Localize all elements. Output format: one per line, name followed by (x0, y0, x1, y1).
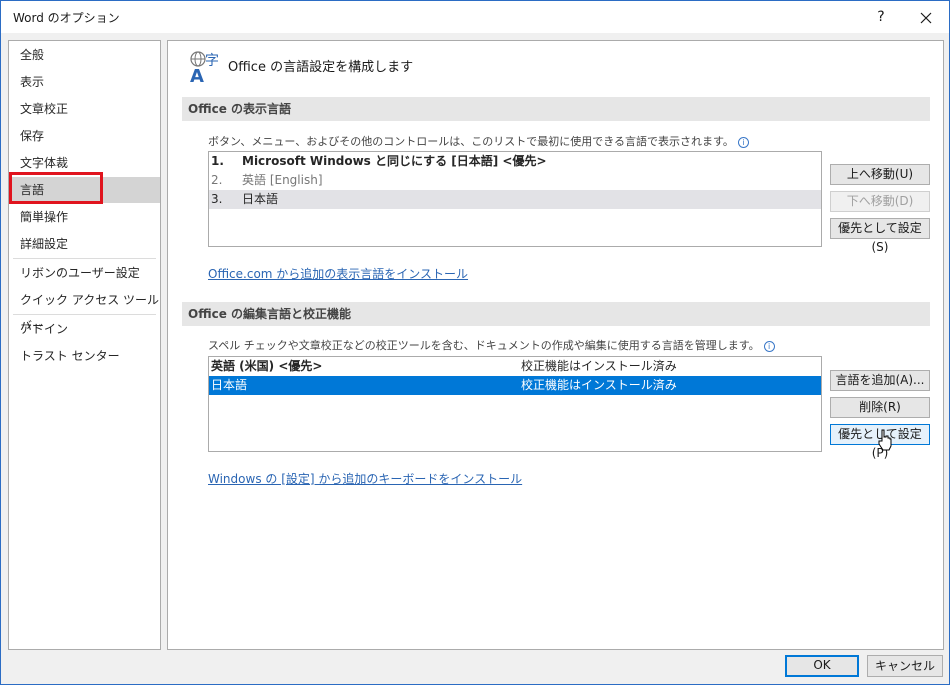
list-item-number: 3. (211, 192, 223, 206)
language-cell: 英語 (米国) <優先> (211, 359, 323, 373)
display-language-list[interactable]: 1. Microsoft Windows と同じにする [日本語] <優先> 2… (208, 151, 822, 247)
language-icon: 字 A (190, 51, 219, 83)
move-up-button[interactable]: 上へ移動(U) (830, 164, 930, 185)
page-title: Office の言語設定を構成します (228, 60, 414, 75)
table-row[interactable]: 日本語 校正機能はインストール済み (209, 376, 821, 395)
list-item-label: 英語 [English] (242, 173, 323, 187)
close-icon (920, 12, 932, 23)
sidebar-item-save[interactable]: 保存 (9, 123, 160, 149)
display-language-description-text: ボタン、メニュー、およびその他のコントロールは、このリストで最初に使用できる言語… (208, 135, 734, 148)
list-item-number: 1. (211, 154, 224, 168)
sidebar-item-accessibility[interactable]: 簡単操作 (9, 204, 160, 230)
info-icon[interactable]: i (763, 340, 775, 352)
list-item-label: Microsoft Windows と同じにする [日本語] <優先> (242, 154, 547, 168)
sidebar-item-quick-access-toolbar[interactable]: クイック アクセス ツール バー (9, 287, 160, 333)
sidebar-item-trust-center[interactable]: トラスト センター (9, 343, 160, 369)
proofing-status-cell: 校正機能はインストール済み (521, 359, 677, 373)
svg-text:A: A (190, 66, 204, 83)
sidebar-divider (13, 314, 156, 315)
window-title: Word のオプション (13, 11, 120, 25)
display-language-section-title: Office の表示言語 (182, 97, 930, 121)
sidebar-item-proofing[interactable]: 文章校正 (9, 96, 160, 122)
annotation-highlight-box (9, 172, 103, 204)
list-item-label: 日本語 (242, 192, 279, 206)
options-dialog: Word のオプション ? 全般 表示 文章校正 保存 文字体裁 言語 簡単操作… (0, 0, 950, 685)
display-language-description: ボタン、メニュー、およびその他のコントロールは、このリストで最初に使用できる言語… (208, 133, 749, 149)
help-button[interactable]: ? (867, 6, 895, 28)
editing-language-section-title: Office の編集言語と校正機能 (182, 302, 930, 326)
title-bar: Word のオプション ? (1, 1, 949, 33)
sidebar-item-general[interactable]: 全般 (9, 42, 160, 68)
language-cell: 日本語 (211, 378, 248, 392)
editing-language-description: スペル チェックや文章校正などの校正ツールを含む、ドキュメントの作成や編集に使用… (208, 337, 775, 353)
sidebar-nav: 全般 表示 文章校正 保存 文字体裁 言語 簡単操作 詳細設定 リボンのユーザー… (8, 40, 161, 650)
list-item-number: 2. (211, 173, 223, 187)
proofing-status-cell: 校正機能はインストール済み (521, 378, 677, 392)
set-preferred-display-button[interactable]: 優先として設定(S) (830, 218, 930, 254)
info-icon[interactable]: i (737, 136, 749, 148)
ok-button[interactable]: OK (785, 655, 859, 677)
close-button[interactable] (909, 5, 943, 29)
cancel-button[interactable]: キャンセル (867, 655, 943, 677)
install-display-language-link[interactable]: Office.com から追加の表示言語をインストール (208, 265, 468, 282)
svg-text:字: 字 (205, 53, 219, 69)
sidebar-item-advanced[interactable]: 詳細設定 (9, 231, 160, 257)
install-keyboard-link[interactable]: Windows の [設定] から追加のキーボードをインストール (208, 470, 522, 487)
editing-language-list[interactable]: 英語 (米国) <優先> 校正機能はインストール済み 日本語 校正機能はインスト… (208, 356, 822, 452)
mouse-cursor-icon (878, 429, 892, 451)
list-item[interactable]: 3. 日本語 (209, 190, 821, 209)
sidebar-item-addins[interactable]: アドイン (9, 316, 160, 342)
sidebar-item-display[interactable]: 表示 (9, 69, 160, 95)
sidebar-divider (13, 258, 156, 259)
table-row[interactable]: 英語 (米国) <優先> 校正機能はインストール済み (209, 357, 821, 376)
add-language-button[interactable]: 言語を追加(A)... (830, 370, 930, 391)
language-settings-panel: 字 A Office の言語設定を構成します Office の表示言語 ボタン、… (167, 40, 944, 650)
remove-language-button[interactable]: 削除(R) (830, 397, 930, 418)
list-item[interactable]: 1. Microsoft Windows と同じにする [日本語] <優先> (209, 152, 821, 171)
move-down-button[interactable]: 下へ移動(D) (830, 191, 930, 212)
editing-language-description-text: スペル チェックや文章校正などの校正ツールを含む、ドキュメントの作成や編集に使用… (208, 339, 760, 352)
sidebar-item-customize-ribbon[interactable]: リボンのユーザー設定 (9, 260, 160, 286)
list-item[interactable]: 2. 英語 [English] (209, 171, 821, 190)
